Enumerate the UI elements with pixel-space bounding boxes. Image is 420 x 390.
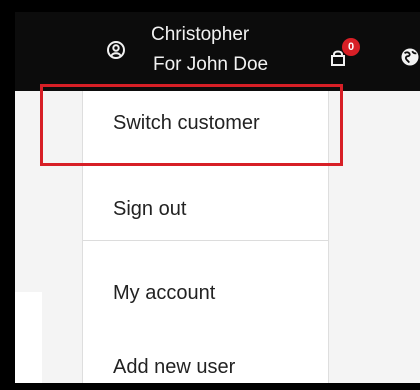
menu-divider [83, 240, 328, 241]
cart-count-badge: 0 [342, 38, 360, 56]
top-navigation-bar: Christopher For John Doe 0 [15, 12, 420, 91]
app-window: Christopher For John Doe 0 Switch custom… [15, 12, 420, 383]
background-card [15, 292, 42, 383]
user-name: Christopher [151, 24, 250, 45]
my-account-menu-item[interactable]: My account [83, 263, 328, 323]
screenshot-frame: Christopher For John Doe 0 Switch custom… [0, 0, 420, 390]
add-new-user-menu-item[interactable]: Add new user [83, 337, 328, 383]
customer-context: For John Doe [153, 54, 269, 75]
highlight-annotation-box [40, 84, 343, 166]
user-circle-icon[interactable] [107, 41, 125, 59]
sign-out-menu-item[interactable]: Sign out [83, 179, 328, 239]
account-menu-trigger[interactable]: Christopher For John Doe [151, 19, 268, 81]
globe-icon[interactable] [400, 47, 420, 67]
